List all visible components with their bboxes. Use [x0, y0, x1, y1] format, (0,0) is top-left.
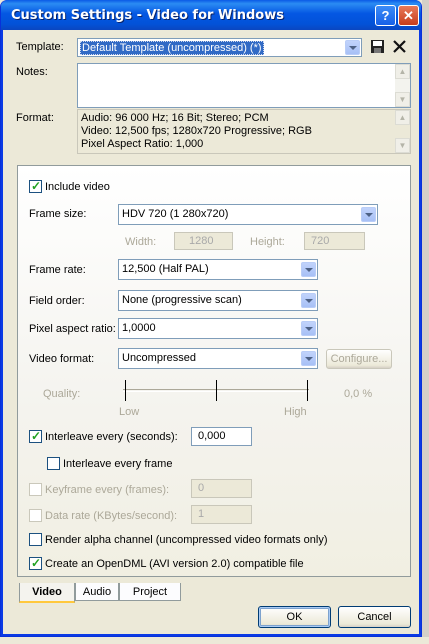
keyframe-value: 0: [198, 482, 205, 494]
tab-project-label: Project: [132, 585, 168, 598]
format-line-par: Pixel Aspect Ratio: 1,000: [81, 138, 204, 150]
frame-rate-label: Frame rate:: [29, 264, 86, 276]
template-dropdown[interactable]: Default Template (uncompressed) (*): [77, 38, 362, 57]
include-video-checkbox[interactable]: ✓: [29, 179, 42, 193]
cancel-button[interactable]: Cancel: [338, 606, 411, 628]
interleave-seconds-value: 0,000: [198, 430, 226, 442]
include-video-label: Include video: [45, 181, 110, 193]
help-icon: ?: [381, 8, 390, 23]
title-bar[interactable]: Custom Settings - Video for Windows ? ✕: [1, 0, 421, 30]
video-format-dropdown[interactable]: Uncompressed: [118, 348, 318, 369]
format-lines: Audio: 96 000 Hz; 16 Bit; Stereo; PCM Vi…: [81, 112, 312, 151]
configure-button[interactable]: Configure...: [326, 349, 392, 369]
interleave-seconds-checkbox[interactable]: ✓: [29, 429, 42, 443]
quality-label: Quality:: [43, 388, 81, 400]
format-line-video: Video: 12,500 fps; 1280x720 Progressive;…: [81, 125, 312, 137]
ok-button[interactable]: OK: [258, 606, 331, 628]
close-icon: ✕: [403, 7, 414, 23]
chevron-down-icon[interactable]: [301, 262, 316, 277]
quality-value: 0,0 %: [344, 388, 373, 400]
field-order-label: Field order:: [29, 295, 85, 307]
width-field[interactable]: 1280: [174, 232, 233, 250]
notes-scrollbar[interactable]: ▲ ▼: [395, 64, 410, 107]
chevron-down-icon[interactable]: [301, 351, 316, 366]
height-value: 720: [311, 235, 330, 247]
configure-label: Configure...: [330, 353, 388, 365]
scroll-down-icon[interactable]: ▼: [395, 92, 410, 107]
field-order-value: None (progressive scan): [122, 294, 242, 306]
height-label: Height:: [250, 236, 285, 248]
keyframe-field[interactable]: 0: [191, 479, 252, 498]
frame-rate-value: 12,500 (Half PAL): [122, 263, 209, 275]
checkmark-icon: ✓: [31, 179, 42, 193]
frame-size-value: HDV 720 (1 280x720): [122, 208, 229, 220]
format-scrollbar[interactable]: ▲ ▼: [395, 110, 410, 153]
quality-slider-endtick: [307, 380, 308, 401]
quality-high-label: High: [284, 406, 307, 418]
quality-slider-thumb[interactable]: [125, 380, 126, 401]
height-field[interactable]: 720: [304, 232, 365, 250]
format-line-audio: Audio: 96 000 Hz; 16 Bit; Stereo; PCM: [81, 112, 269, 124]
quality-low-label: Low: [119, 406, 140, 418]
close-button[interactable]: ✕: [398, 5, 419, 26]
ok-label: OK: [286, 611, 303, 623]
chevron-down-icon[interactable]: [301, 293, 316, 308]
width-label: Width:: [125, 236, 157, 248]
help-button[interactable]: ?: [375, 5, 396, 26]
cancel-label: Cancel: [357, 611, 392, 623]
alpha-channel-checkbox[interactable]: [29, 533, 42, 546]
scroll-down-icon[interactable]: ▼: [395, 138, 410, 153]
chevron-down-icon[interactable]: [345, 40, 360, 55]
interleave-seconds-field[interactable]: 0,000: [191, 427, 252, 446]
interleave-frame-checkbox[interactable]: [47, 457, 60, 470]
keyframe-label: Keyframe every (frames):: [45, 484, 170, 496]
template-label: Template:: [16, 41, 64, 53]
template-value: Default Template (uncompressed) (*): [80, 41, 264, 55]
chevron-down-icon[interactable]: [301, 321, 316, 336]
delete-x-icon[interactable]: [392, 39, 407, 54]
checkmark-icon: ✓: [31, 556, 42, 570]
frame-size-dropdown[interactable]: HDV 720 (1 280x720): [118, 204, 378, 225]
field-order-dropdown[interactable]: None (progressive scan): [118, 290, 318, 311]
video-format-label: Video format:: [29, 353, 95, 365]
chevron-down-icon[interactable]: [361, 207, 376, 222]
tab-video[interactable]: Video: [19, 583, 75, 603]
scroll-up-icon[interactable]: ▲: [395, 64, 410, 79]
data-rate-value: 1: [198, 508, 205, 520]
format-label: Format:: [16, 112, 54, 124]
notes-textarea[interactable]: ▲ ▼: [77, 63, 411, 108]
video-format-value: Uncompressed: [122, 352, 196, 364]
pixel-aspect-dropdown[interactable]: 1,0000: [118, 318, 318, 339]
notes-label: Notes:: [16, 66, 48, 78]
pixel-aspect-label: Pixel aspect ratio:: [29, 323, 116, 335]
scroll-up-icon[interactable]: ▲: [395, 110, 410, 125]
width-value: 1280: [189, 235, 214, 247]
quality-slider-midtick: [216, 380, 217, 401]
data-rate-checkbox[interactable]: [29, 509, 42, 522]
tab-video-label: Video: [32, 586, 62, 598]
frame-rate-dropdown[interactable]: 12,500 (Half PAL): [118, 259, 318, 280]
custom-settings-dialog: Custom Settings - Video for Windows ? ✕ …: [0, 0, 422, 637]
tab-project[interactable]: Project: [119, 583, 181, 601]
interleave-frame-label: Interleave every frame: [63, 458, 173, 470]
window-title: Custom Settings - Video for Windows: [11, 8, 284, 23]
interleave-seconds-label: Interleave every (seconds):: [45, 431, 178, 443]
tab-audio-label: Audio: [82, 585, 112, 598]
keyframe-checkbox[interactable]: [29, 483, 42, 496]
format-readout: Audio: 96 000 Hz; 16 Bit; Stereo; PCM Vi…: [77, 109, 411, 154]
opendml-label: Create an OpenDML (AVI version 2.0) comp…: [45, 558, 304, 570]
checkmark-icon: ✓: [31, 429, 42, 443]
floppy-disk-icon[interactable]: [370, 39, 385, 54]
pixel-aspect-value: 1,0000: [122, 322, 156, 334]
frame-size-label: Frame size:: [29, 208, 87, 220]
background-window-edge: [422, 0, 429, 644]
alpha-channel-label: Render alpha channel (uncompressed video…: [45, 534, 328, 546]
tab-audio[interactable]: Audio: [75, 583, 119, 601]
background-window-bottom: [0, 637, 429, 644]
data-rate-label: Data rate (KBytes/second):: [45, 510, 178, 522]
data-rate-field[interactable]: 1: [191, 505, 252, 524]
opendml-checkbox[interactable]: ✓: [29, 556, 42, 570]
